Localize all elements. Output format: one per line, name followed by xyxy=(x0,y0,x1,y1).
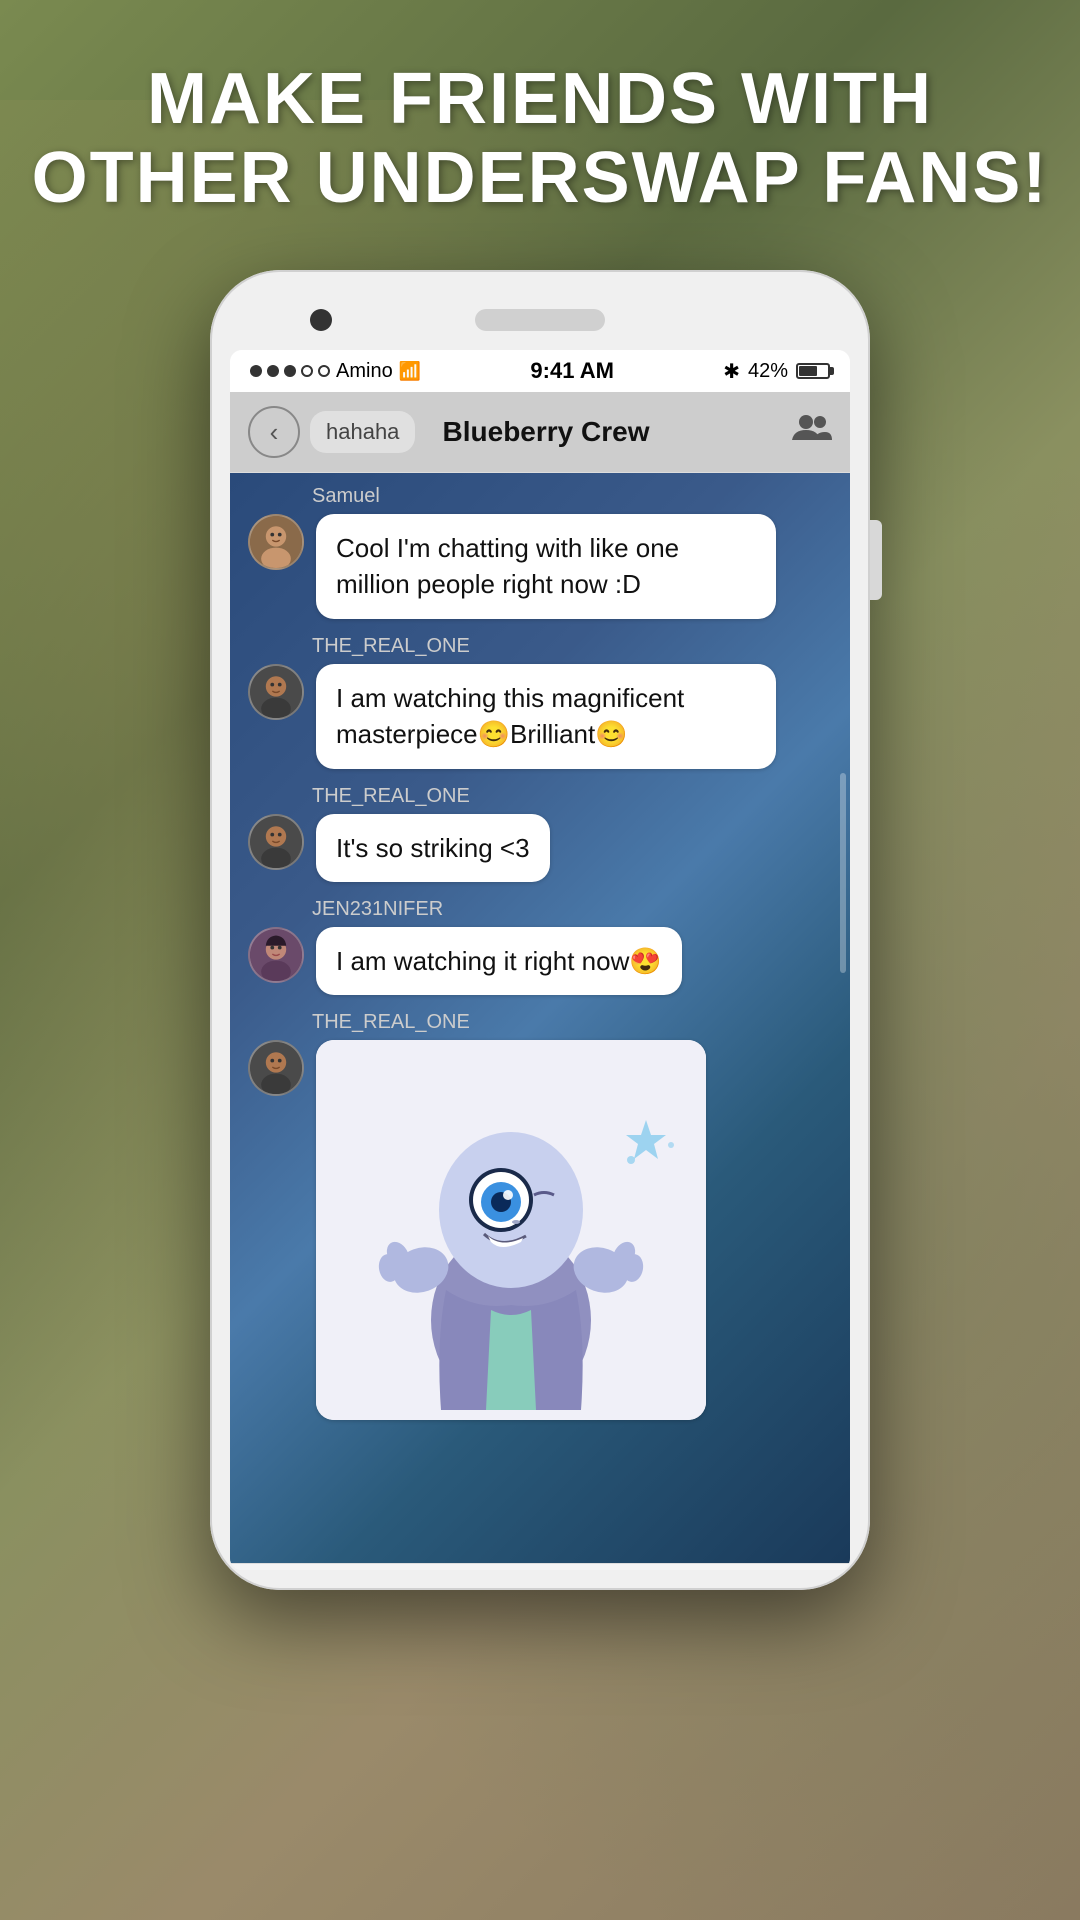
character-image xyxy=(316,1040,706,1420)
avatar-samuel-inner xyxy=(250,516,302,568)
clock: 9:41 AM xyxy=(530,358,614,384)
bubble-image xyxy=(316,1040,706,1420)
battery-percent: 42% xyxy=(748,360,788,383)
signal-dot-4 xyxy=(301,365,313,377)
avatar-samuel xyxy=(248,514,304,570)
chat-title: Blueberry Crew xyxy=(443,416,650,447)
avatar-real1-inner xyxy=(250,666,302,718)
message-row-4: I am watching it right now😍 xyxy=(248,927,832,995)
promo-title: MAKE FRIENDS WITH OTHER UNDERSWAP FANS! xyxy=(0,60,1080,218)
message-group-4: JEN231NIFER xyxy=(248,898,832,995)
bluetooth-icon: ✱ xyxy=(723,359,740,384)
message-row-3: It's so striking <3 xyxy=(248,814,832,882)
status-right: ✱ 42% xyxy=(723,359,830,384)
message-group-1: Samuel xyxy=(248,485,832,619)
message-group-2: THE_REAL_ONE xyxy=(248,635,832,769)
message-row-5 xyxy=(248,1040,832,1420)
avatar-real3-inner xyxy=(250,1042,302,1094)
camera xyxy=(310,309,332,331)
bubble-4: I am watching it right now😍 xyxy=(316,927,682,995)
phone-top xyxy=(230,290,850,350)
haha-bubble: hahaha xyxy=(310,411,415,453)
avatar-jen-inner xyxy=(250,929,302,981)
chat-header: ‹ hahaha Blueberry Crew xyxy=(230,392,850,473)
group-icon[interactable] xyxy=(792,412,832,453)
avatar-real2-inner xyxy=(250,816,302,868)
promo-header: MAKE FRIENDS WITH OTHER UNDERSWAP FANS! xyxy=(0,60,1080,218)
message-text-4: I am watching it right now😍 xyxy=(336,946,662,976)
carrier-label: Amino xyxy=(336,360,393,383)
avatar-real1 xyxy=(248,664,304,720)
sender-name-real1: THE_REAL_ONE xyxy=(248,635,832,658)
back-button[interactable]: ‹ xyxy=(248,406,300,458)
message-text-2: I am watching this magnificent masterpie… xyxy=(336,683,684,749)
phone-screen: Amino 📶 9:41 AM ✱ 42% ‹ hahaha xyxy=(230,350,850,1570)
bubble-3: It's so striking <3 xyxy=(316,814,550,882)
sender-name-real3: THE_REAL_ONE xyxy=(248,1011,832,1034)
bubble-2: I am watching this magnificent masterpie… xyxy=(316,664,776,769)
avatar-jen xyxy=(248,927,304,983)
speaker xyxy=(475,309,605,331)
message-text-1: Cool I'm chatting with like one million … xyxy=(336,533,679,599)
phone-device: Amino 📶 9:41 AM ✱ 42% ‹ hahaha xyxy=(210,270,870,1590)
chat-input-bar: + Message... Send xyxy=(230,1563,850,1570)
phone-body: Amino 📶 9:41 AM ✱ 42% ‹ hahaha xyxy=(210,270,870,1590)
battery-icon xyxy=(796,363,830,379)
battery-fill xyxy=(799,366,817,376)
signal-dot-5 xyxy=(318,365,330,377)
message-row-2: I am watching this magnificent masterpie… xyxy=(248,664,832,769)
message-text-3: It's so striking <3 xyxy=(336,833,530,863)
message-group-5: THE_REAL_ONE xyxy=(248,1011,832,1420)
avatar-real2 xyxy=(248,814,304,870)
signal-dots xyxy=(250,365,330,377)
signal-dot-1 xyxy=(250,365,262,377)
status-bar: Amino 📶 9:41 AM ✱ 42% xyxy=(230,350,850,392)
message-row-1: Cool I'm chatting with like one million … xyxy=(248,514,832,619)
scroll-indicator xyxy=(840,773,846,973)
avatar-real3 xyxy=(248,1040,304,1096)
signal-dot-3 xyxy=(284,365,296,377)
wifi-icon: 📶 xyxy=(399,361,421,382)
sender-name-jen: JEN231NIFER xyxy=(248,898,832,921)
status-left: Amino 📶 xyxy=(250,360,421,383)
sender-name-samuel: Samuel xyxy=(248,485,832,508)
sender-name-real2: THE_REAL_ONE xyxy=(248,785,832,808)
bubble-1: Cool I'm chatting with like one million … xyxy=(316,514,776,619)
message-group-3: THE_REAL_ONE xyxy=(248,785,832,882)
phone-side-button xyxy=(870,520,882,600)
signal-dot-2 xyxy=(267,365,279,377)
chat-body[interactable]: Samuel xyxy=(230,473,850,1563)
